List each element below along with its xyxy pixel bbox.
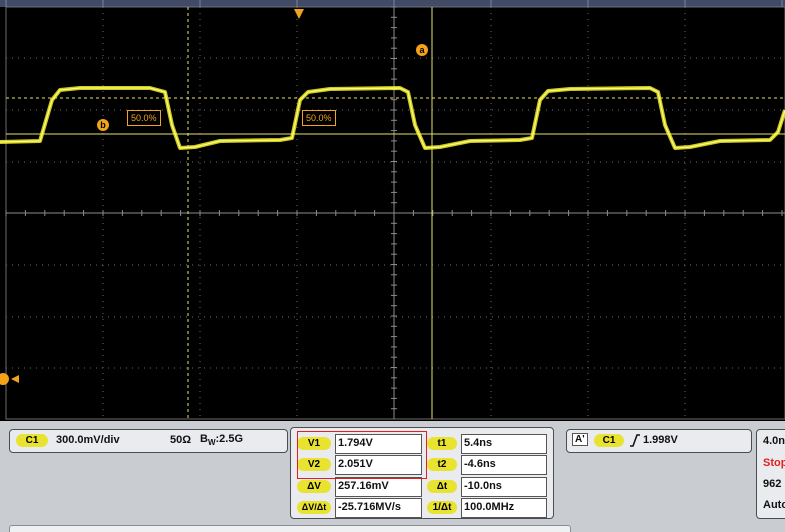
acquisition-panel[interactable]: 4.0n Stop 962 Auto [756,429,785,519]
channel-bandwidth: BW:2.5G [200,433,244,448]
dvdt-value: -25.716MV/s [338,501,401,513]
cursor-panel[interactable]: V1 1.794V V2 2.051V ΔV 257.16mV ΔV/Δt -2… [290,427,554,519]
trigger-panel[interactable]: A' C1 1.998V [566,429,752,453]
scope-display[interactable]: a b 50.0% 50.0% [0,0,785,421]
readout-bar: C1 300.0mV/div 50Ω BW:2.5G V1 1.794V V2 … [0,421,785,532]
inv-dt-value: 100.0MHz [464,501,515,513]
dt-value: -10.0ns [464,480,502,492]
acquisition-count: 962 [763,478,782,490]
trigger-channel-badge: C1 [594,434,624,447]
trigger-level: 1.998V [643,434,678,446]
waveform-trace [0,86,785,150]
highlight-box [297,431,427,479]
top-ruler [0,0,785,7]
dvdt-label: ΔV/Δt [297,501,331,514]
rising-edge-icon [629,433,641,453]
trigger-position-marker [294,9,304,19]
dv-value: 257.16mV [338,480,389,492]
channel-badge[interactable]: C1 [16,434,48,447]
timebase-value: 4.0n [763,435,785,447]
ground-marker [0,373,9,385]
channel-panel[interactable]: C1 300.0mV/div 50Ω BW:2.5G [9,429,288,453]
waveform-trace-core [0,87,785,149]
dt-label: Δt [427,480,457,493]
channel-impedance: 50Ω [170,434,192,446]
t1-label: t1 [427,437,457,450]
waveform-graticule [0,0,785,420]
dv-label: ΔV [297,480,331,493]
measure-label-right: 50.0% [302,110,336,126]
t1-value: 5.4ns [464,437,493,449]
ground-marker-arrow [11,375,19,383]
measure-label-left: 50.0% [127,110,161,126]
cursor-b-marker[interactable]: b [97,119,109,131]
inv-dt-label: 1/Δt [427,501,457,514]
channel-scale: 300.0mV/div [56,434,120,446]
t2-value: -4.6ns [464,458,496,470]
trigger-mode-badge: A' [572,433,588,446]
acquisition-state: Stop [763,457,785,469]
t2-label: t2 [427,458,457,471]
cursor-a-marker[interactable]: a [416,44,428,56]
acquisition-mode: Auto [763,499,785,511]
